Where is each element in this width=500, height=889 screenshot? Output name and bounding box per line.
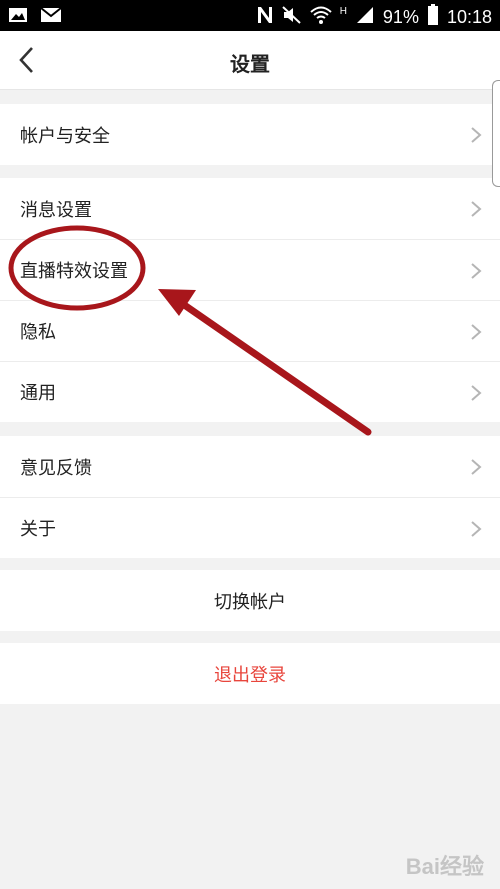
settings-item-label: 通用 [20, 383, 56, 404]
switch-account-button[interactable]: 切换帐户 [0, 570, 500, 631]
wifi-icon [310, 5, 332, 30]
chevron-right-icon [471, 201, 482, 217]
signal-icon [355, 5, 375, 30]
chevron-right-icon [471, 324, 482, 340]
settings-group-account: 帐户与安全 [0, 104, 500, 165]
nfc-icon [256, 5, 274, 30]
settings-item-label: 意见反馈 [20, 457, 92, 479]
settings-item-privacy[interactable]: 隐私 [0, 300, 500, 361]
settings-item-label: 帐户与安全 [20, 125, 110, 147]
logout-label: 退出登录 [214, 664, 286, 686]
network-type: H [339, 6, 347, 17]
settings-item-feedback[interactable]: 意见反馈 [0, 436, 500, 497]
mute-icon [282, 5, 302, 30]
chevron-right-icon [471, 521, 482, 537]
header: 设置 [0, 31, 500, 90]
settings-item-label: 关于 [20, 519, 56, 540]
settings-item-about[interactable]: 关于 [0, 497, 500, 558]
watermark: Bai经验 [406, 849, 484, 881]
chevron-right-icon [471, 385, 482, 401]
settings-item-label: 隐私 [20, 322, 56, 343]
scroll-indicator [492, 80, 500, 187]
page-title: 设置 [230, 52, 270, 76]
photo-icon [8, 7, 28, 27]
switch-account-label: 切换帐户 [214, 591, 286, 613]
chevron-right-icon [471, 127, 482, 143]
settings-group-about: 意见反馈 关于 [0, 436, 500, 558]
settings-item-general[interactable]: 通用 [0, 361, 500, 422]
settings-item-account-security[interactable]: 帐户与安全 [0, 104, 500, 165]
watermark-text: Bai经验 [405, 854, 484, 879]
status-bar: H 91% 10:18 [0, 0, 500, 31]
settings-item-live-effects[interactable]: 直播特效设置 [0, 239, 500, 300]
clock: 10:18 [446, 7, 492, 27]
settings-group-general: 消息设置 直播特效设置 隐私 通用 [0, 178, 500, 422]
battery-icon [427, 4, 439, 31]
settings-item-message-settings[interactable]: 消息设置 [0, 178, 500, 239]
settings-item-label: 消息设置 [20, 199, 92, 221]
battery-percent: 91% [382, 7, 419, 27]
logout-button[interactable]: 退出登录 [0, 643, 500, 704]
chevron-right-icon [471, 263, 482, 279]
chevron-right-icon [471, 459, 482, 475]
mail-icon [40, 7, 62, 27]
settings-item-label: 直播特效设置 [20, 261, 128, 282]
